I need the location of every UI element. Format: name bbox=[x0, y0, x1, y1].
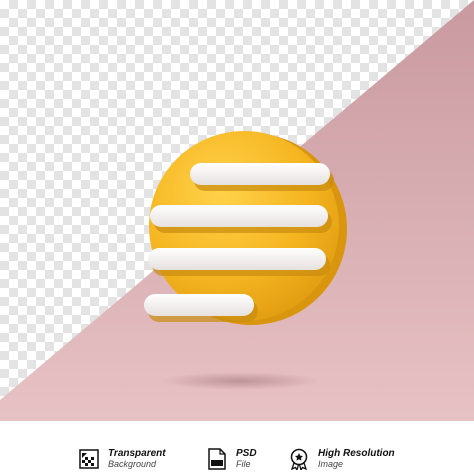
feature-transparent: Transparent Background bbox=[78, 447, 166, 471]
feature-psd: PSD File bbox=[206, 447, 257, 471]
text-line-bar bbox=[190, 163, 334, 191]
preview-canvas: Transparent Background PSD File High Res… bbox=[0, 0, 474, 474]
psd-file-icon bbox=[206, 447, 228, 471]
feature-subtitle: Background bbox=[108, 459, 157, 469]
feature-title: Transparent bbox=[108, 448, 166, 459]
feature-title: PSD bbox=[236, 448, 257, 459]
text-lines-badge-icon bbox=[144, 131, 347, 325]
feature-subtitle: Image bbox=[318, 459, 344, 469]
feature-subtitle: File bbox=[236, 459, 251, 469]
feature-title: High Resolution bbox=[318, 448, 395, 459]
feature-high-resolution: High Resolution Image bbox=[288, 447, 395, 471]
text-line-bar bbox=[144, 294, 258, 322]
transparent-background-icon bbox=[78, 447, 100, 471]
text-line-bar bbox=[150, 205, 332, 233]
text-line-bar bbox=[148, 248, 330, 276]
high-resolution-badge-icon bbox=[288, 447, 310, 471]
